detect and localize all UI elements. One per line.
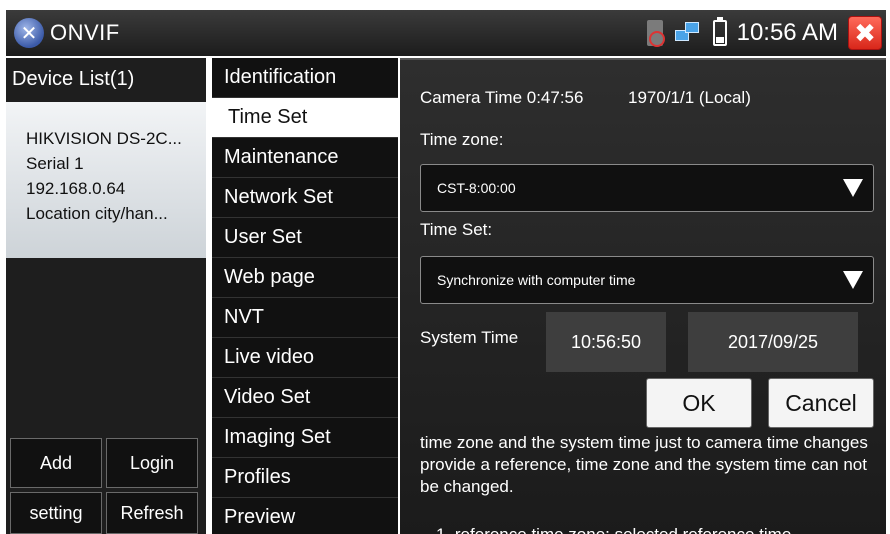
status-area: 10:56 AM ✖ [646,10,886,56]
timezone-label: Time zone: [420,130,504,149]
menu-item-maintenance[interactable]: Maintenance [212,138,398,178]
device-location: Location city/han... [26,204,168,223]
dropdown-arrow-icon [843,179,863,197]
cancel-button[interactable]: Cancel [768,378,874,428]
battery-icon [712,17,727,46]
timeset-select[interactable]: Synchronize with computer time [420,256,874,304]
close-button[interactable]: ✖ [848,16,882,50]
menu-item-profiles[interactable]: Profiles [212,458,398,498]
onvif-app-icon: ✕ [14,18,44,48]
menu-item-web-page[interactable]: Web page [212,258,398,298]
network-icon [674,22,701,44]
device-serial: Serial 1 [26,154,84,173]
timezone-select[interactable]: CST-8:00:00 [420,164,874,212]
menu-item-network-set[interactable]: Network Set [212,178,398,218]
setting-button[interactable]: setting [10,492,102,534]
menu-item-preview[interactable]: Preview [212,498,398,534]
time-set-panel: Camera Time 0:47:56 1970/1/1 (Local) Tim… [400,58,886,534]
camera-date: 1970/1/1 (Local) [628,88,751,107]
menu-item-imaging-set[interactable]: Imaging Set [212,418,398,458]
menu-item-live-video[interactable]: Live video [212,338,398,378]
login-button[interactable]: Login [106,438,198,488]
menu-item-video-set[interactable]: Video Set [212,378,398,418]
system-time-field[interactable]: 10:56:50 [546,312,666,372]
system-time-label: System Time [420,328,519,347]
add-button[interactable]: Add [10,438,102,488]
device-list-panel: Device List(1) HIKVISION DS-2C... Serial… [6,58,206,534]
device-card[interactable]: HIKVISION DS-2C... Serial 1 192.168.0.64… [6,102,206,258]
camera-time: Camera Time 0:47:56 [420,88,584,107]
timeset-label: Time Set: [420,220,493,239]
title-bar: ✕ ONVIF 10:56 AM ✖ [6,10,886,56]
menu-item-identification[interactable]: Identification [212,58,398,98]
settings-menu: Identification Time Set Maintenance Netw… [212,58,398,534]
device-name: HIKVISION DS-2C... [26,129,182,148]
ok-button[interactable]: OK [646,378,752,428]
menu-item-time-set[interactable]: Time Set [212,98,398,138]
device-ip: 192.168.0.64 [26,179,126,198]
info-text-2: 1. reference time zone: selected referen… [436,524,876,534]
device-list-header: Device List(1) [12,68,135,90]
dropdown-arrow-icon [843,271,863,289]
refresh-button[interactable]: Refresh [106,492,198,534]
menu-item-nvt[interactable]: NVT [212,298,398,338]
system-date-field[interactable]: 2017/09/25 [688,312,858,372]
clock: 10:56 AM [736,19,838,46]
info-text: time zone and the system time just to ca… [420,433,868,496]
menu-item-user-set[interactable]: User Set [212,218,398,258]
timezone-value: CST-8:00:00 [437,180,516,196]
sd-card-icon [646,20,665,47]
app-title: ONVIF [50,20,120,45]
timeset-value: Synchronize with computer time [437,272,636,288]
